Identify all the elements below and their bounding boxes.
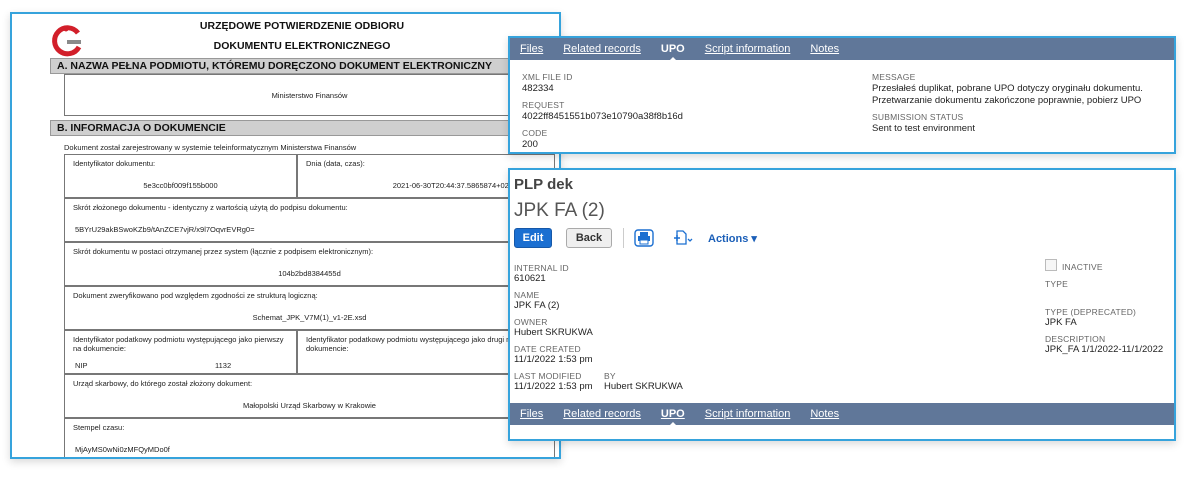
edit-button[interactable]: Edit [514, 228, 552, 248]
last-modified-label: LAST MODIFIED [514, 371, 582, 381]
doc-id-value: 5e3cc0bf009f155b000 [143, 181, 218, 190]
verified-box: Dokument zweryfikowano pod względem zgod… [64, 286, 555, 330]
upo-title-line1: URZĘDOWE POTWIERDZENIE ODBIORU [199, 20, 405, 32]
description-label: DESCRIPTION [1045, 334, 1106, 344]
mf-logo-icon [52, 25, 82, 57]
type-label: TYPE [1045, 279, 1069, 289]
tab-upo[interactable]: UPO [661, 43, 685, 61]
tab-upo[interactable]: UPO [661, 408, 685, 426]
hash-box: Skrót złożonego dokumentu - identyczny z… [64, 198, 555, 242]
internal-id-label: INTERNAL ID [514, 263, 569, 273]
message-line2: Przetwarzanie dokumentu zakończone popra… [872, 95, 1142, 106]
upo-title-line2: DOKUMENTU ELEKTRONICZNEGO [213, 40, 391, 52]
hash2-box: Skrót dokumentu w postaci otrzymanej prz… [64, 242, 555, 286]
hash-value: 5BYrU29akBSwoKZb9/tAnZCE7vjR/x9l7OqvrEVR… [75, 225, 255, 234]
type-deprecated-value: JPK FA [1045, 317, 1077, 328]
stamp-box: Stempel czasu: MjAyMS0wNi0zMFQyMDo0f [64, 418, 555, 457]
stamp-label: Stempel czasu: [73, 423, 125, 432]
upo-document: URZĘDOWE POTWIERDZENIE ODBIORU DOKUMENTU… [10, 12, 561, 459]
office-value: Małopolski Urząd Skarbowy w Krakowie [243, 401, 376, 410]
upo-tab-panel: Files Related records UPO Script informa… [508, 36, 1176, 154]
tab-related-records[interactable]: Related records [563, 408, 641, 420]
message-label: MESSAGE [872, 72, 916, 82]
actions-menu[interactable]: Actions ▾ [708, 232, 757, 245]
section-a-header: A. NAZWA PEŁNA PODMIOTU, KTÓREMU DORĘCZO… [50, 58, 555, 74]
description-value: JPK_FA 1/1/2022-11/1/2022 [1045, 344, 1164, 355]
submission-status-label: SUBMISSION STATUS [872, 112, 964, 122]
date-created-value: 11/1/2022 1:53 pm [514, 354, 593, 365]
name-label: NAME [514, 290, 540, 300]
last-modified-value: 11/1/2022 1:53 pm [514, 381, 593, 392]
tax-id1-value: 1132 [215, 361, 232, 370]
recipient-value: Ministerstwo Finansów [271, 91, 348, 100]
print-icon[interactable] [634, 229, 654, 247]
tab-notes[interactable]: Notes [810, 408, 839, 420]
submission-status-value: Sent to test environment [872, 123, 975, 134]
record-type-title: PLP dek [514, 176, 573, 193]
verified-label: Dokument zweryfikowano pod względem zgod… [73, 291, 318, 300]
subtab-bar-bottom: Files Related records UPO Script informa… [510, 403, 1174, 426]
type-deprecated-label: TYPE (DEPRECATED) [1045, 307, 1137, 317]
toolbar-separator [623, 228, 624, 248]
subtab-bar-top: Files Related records UPO Script informa… [510, 38, 1174, 61]
xml-file-id-value: 482334 [522, 83, 554, 94]
code-label: CODE [522, 128, 548, 138]
xml-file-id-label: XML FILE ID [522, 72, 573, 82]
tab-files[interactable]: Files [520, 43, 543, 55]
stamp-value: MjAyMS0wNi0zMFQyMDo0f [75, 445, 170, 454]
by-label: BY [604, 371, 616, 381]
owner-value: Hubert SKRUKWA [514, 327, 593, 338]
verified-value: Schemat_JPK_V7M(1)_v1-2E.xsd [252, 313, 367, 322]
office-label: Urząd skarbowy, do którego został złożon… [73, 379, 253, 388]
office-box: Urząd skarbowy, do którego został złożon… [64, 374, 555, 418]
tab-notes[interactable]: Notes [810, 43, 839, 55]
request-value: 4022ff8451551b073e10790a38f8b16d [522, 111, 683, 122]
hash-label: Skrót złożonego dokumentu - identyczny z… [73, 203, 348, 212]
tab-files[interactable]: Files [520, 408, 543, 420]
name-value: JPK FA (2) [514, 300, 560, 311]
owner-label: OWNER [514, 317, 548, 327]
hash2-label: Skrót dokumentu w postaci otrzymanej prz… [73, 247, 374, 256]
section-b-header: B. INFORMACJA O DOKUMENCIE [50, 120, 555, 136]
doc-id-label: Identyfikator dokumentu: [73, 159, 156, 168]
message-line1: Przesłałeś duplikat, pobrane UPO dotyczy… [872, 83, 1143, 94]
inactive-label: INACTIVE [1062, 262, 1103, 272]
tab-script-information[interactable]: Script information [705, 43, 791, 55]
tab-related-records[interactable]: Related records [563, 43, 641, 55]
back-button[interactable]: Back [566, 228, 612, 248]
attach-document-icon[interactable] [672, 229, 694, 247]
date-created-label: DATE CREATED [514, 344, 581, 354]
date-label: Dnia (data, czas): [306, 159, 365, 168]
tax-id1-type: NIP [75, 361, 88, 370]
tax-id1-box: Identyfikator podatkowy podmiotu występu… [64, 330, 297, 374]
hash2-value: 104b2bd8384455d [278, 269, 341, 278]
record-name-title: JPK FA (2) [514, 200, 605, 221]
code-value: 200 [522, 139, 538, 150]
record-panel: PLP dek JPK FA (2) Edit Back Actions ▾ I… [508, 168, 1176, 441]
recipient-box: Ministerstwo Finansów [64, 74, 555, 116]
inactive-checkbox[interactable] [1045, 259, 1057, 271]
doc-id-box: Identyfikator dokumentu: 5e3cc0bf009f155… [64, 154, 297, 198]
internal-id-value: 610621 [514, 273, 546, 284]
tax-id1-label: Identyfikator podatkowy podmiotu występu… [73, 335, 284, 353]
request-label: REQUEST [522, 100, 565, 110]
tab-script-information[interactable]: Script information [705, 408, 791, 420]
modified-by-value: Hubert SKRUKWA [604, 381, 683, 392]
registered-note: Dokument został zarejestrowany w systemi… [64, 143, 357, 152]
